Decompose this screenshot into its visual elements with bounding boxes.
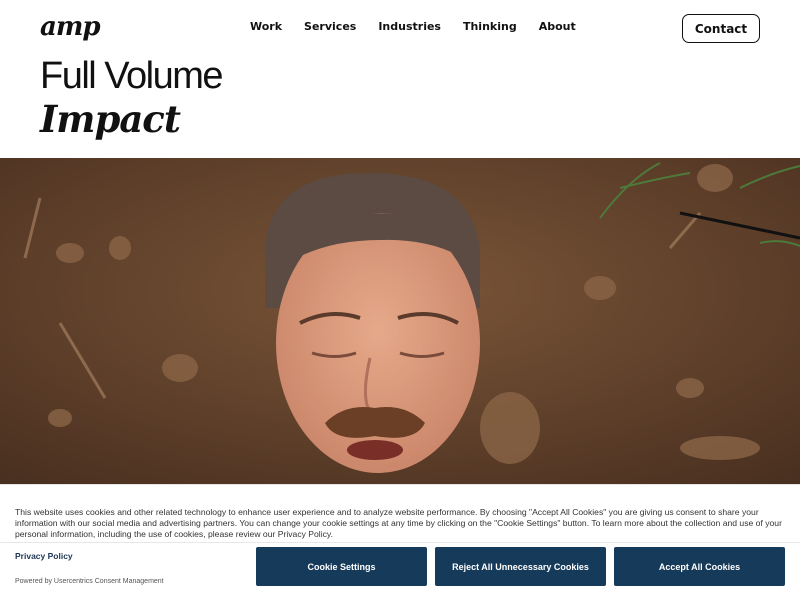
- nav-link-work[interactable]: Work: [250, 20, 282, 34]
- amp-logo[interactable]: amp: [40, 12, 101, 42]
- hero-heading-line1: Full Volume: [40, 55, 224, 97]
- nav-link-about[interactable]: About: [539, 20, 576, 34]
- hero-heading-line2: Impact: [40, 97, 181, 141]
- cookie-message: This website uses cookies and other rela…: [15, 507, 782, 540]
- site-header: amp Work Services Industries Thinking Ab…: [0, 0, 800, 56]
- nav-link-services[interactable]: Services: [304, 20, 356, 34]
- cookie-banner: This website uses cookies and other rela…: [0, 484, 800, 600]
- hero-photo-illustration: [0, 158, 800, 488]
- hero-image: [0, 158, 800, 488]
- accept-cookies-button[interactable]: Accept All Cookies: [614, 547, 785, 586]
- hero-heading: Full Volume Impact: [40, 55, 224, 141]
- nav-link-thinking[interactable]: Thinking: [463, 20, 517, 34]
- nav-link-industries[interactable]: Industries: [378, 20, 441, 34]
- main-nav: Work Services Industries Thinking About: [250, 20, 598, 34]
- powered-by-text: Powered by Usercentrics Consent Manageme…: [15, 578, 164, 585]
- cookie-settings-button[interactable]: Cookie Settings: [256, 547, 427, 586]
- reject-cookies-button[interactable]: Reject All Unnecessary Cookies: [435, 547, 606, 586]
- cookie-divider: [0, 542, 800, 543]
- contact-button[interactable]: Contact: [682, 14, 760, 43]
- privacy-policy-link[interactable]: Privacy Policy: [15, 551, 73, 561]
